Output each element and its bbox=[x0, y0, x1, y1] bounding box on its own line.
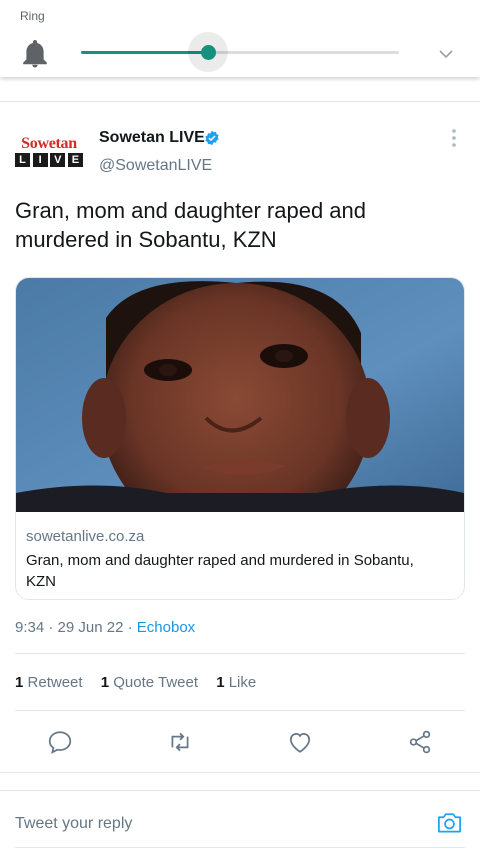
meta-separator: · bbox=[127, 619, 133, 636]
bell-icon[interactable] bbox=[22, 40, 48, 68]
volume-slider[interactable] bbox=[81, 32, 399, 72]
reply-bar: Tweet your reply bbox=[0, 790, 480, 854]
divider bbox=[0, 772, 480, 773]
avatar-logo-letter: L bbox=[15, 153, 30, 167]
link-card-domain: sowetanlive.co.za bbox=[26, 528, 145, 545]
link-card-image bbox=[16, 278, 464, 512]
divider bbox=[0, 101, 480, 102]
like-count: 1 bbox=[216, 674, 225, 691]
avatar-logo-letter: E bbox=[67, 153, 83, 167]
link-card[interactable]: sowetanlive.co.za Gran, mom and daughter… bbox=[15, 277, 465, 600]
quote-tweets-stat[interactable]: 1 Quote Tweet bbox=[101, 674, 198, 691]
tweet-meta: 9:34 · 29 Jun 22 · Echobox bbox=[15, 619, 195, 636]
divider bbox=[15, 653, 465, 654]
volume-stream-label: Ring bbox=[20, 9, 45, 23]
link-card-title: Gran, mom and daughter raped and murdere… bbox=[26, 552, 414, 590]
reply-input-underline bbox=[15, 847, 465, 848]
camera-icon[interactable] bbox=[436, 809, 463, 836]
tweet-time: 9:34 bbox=[15, 619, 45, 636]
avatar-logo-live: L I V E bbox=[15, 153, 83, 167]
like-label: Like bbox=[228, 674, 257, 691]
avatar-logo-wordmark: Sowetan bbox=[21, 135, 77, 152]
divider bbox=[15, 710, 465, 711]
retweet-count: 1 bbox=[15, 674, 24, 691]
volume-panel: Ring bbox=[0, 0, 480, 77]
quote-tweet-label: Quote Tweet bbox=[113, 674, 199, 691]
display-name[interactable]: Sowetan LIVE bbox=[99, 129, 205, 147]
chevron-down-icon[interactable] bbox=[436, 44, 456, 64]
reply-icon[interactable] bbox=[47, 729, 73, 755]
volume-slider-thumb[interactable] bbox=[200, 45, 216, 60]
reply-input[interactable]: Tweet your reply bbox=[15, 815, 132, 833]
avatar-logo-letter: I bbox=[32, 153, 48, 167]
more-options-icon[interactable] bbox=[447, 128, 461, 148]
retweets-stat[interactable]: 1 Retweet bbox=[15, 674, 83, 691]
likes-stat[interactable]: 1 Like bbox=[216, 674, 256, 691]
verified-badge-icon bbox=[205, 130, 219, 146]
quote-tweet-count: 1 bbox=[100, 674, 110, 691]
tweet-source-link[interactable]: Echobox bbox=[137, 619, 195, 636]
retweet-icon[interactable] bbox=[167, 729, 193, 755]
share-icon[interactable] bbox=[407, 729, 433, 755]
meta-separator: · bbox=[48, 619, 54, 636]
avatar[interactable]: Sowetan L I V E bbox=[15, 136, 83, 168]
like-icon[interactable] bbox=[287, 729, 313, 755]
tweet-date: 29 Jun 22 bbox=[57, 619, 124, 636]
user-handle[interactable]: @SowetanLIVE bbox=[99, 157, 212, 175]
retweet-label: Retweet bbox=[27, 674, 83, 691]
avatar-logo-letter: V bbox=[50, 153, 66, 167]
tweet-stats: 1 Retweet 1 Quote Tweet 1 Like bbox=[15, 674, 270, 691]
tweet-text: Gran, mom and daughter raped and murdere… bbox=[15, 198, 367, 252]
